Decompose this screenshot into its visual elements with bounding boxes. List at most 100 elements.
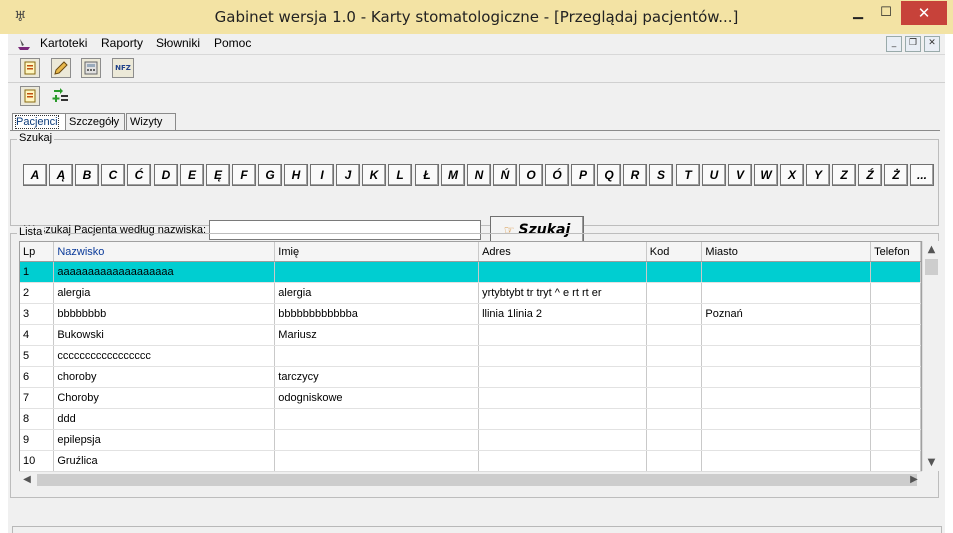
tab-szczegoly[interactable]: Szczegóły xyxy=(65,113,125,131)
pencil-icon xyxy=(54,61,68,75)
maximize-button[interactable]: ☐ xyxy=(868,0,904,28)
letter-button[interactable]: O xyxy=(519,164,543,186)
table-cell xyxy=(646,408,703,430)
table-cell xyxy=(646,387,703,409)
column-header[interactable]: Lp xyxy=(20,242,55,262)
table-row[interactable]: 3 bbbbbbbb bbbbbbbbbbbba llinia 1linia 2 Poz… xyxy=(20,303,921,325)
horizontal-scrollbar[interactable]: ◀ ▶ xyxy=(19,471,922,488)
letter-button[interactable]: I xyxy=(310,164,334,186)
horizontal-scroll-thumb[interactable] xyxy=(37,474,917,486)
child-close-button[interactable]: ✕ xyxy=(924,36,940,52)
table-row[interactable]: 10 Gruźlica xyxy=(20,450,921,472)
table-row[interactable]: 7 Choroby odogniskowe xyxy=(20,387,921,409)
table-cell xyxy=(870,366,921,388)
patients-grid[interactable]: Lp Nazwisko Imię Adres Kod Miasto Telefon 1 aaa… xyxy=(19,241,922,487)
letter-button[interactable]: Ó xyxy=(545,164,569,186)
letter-button[interactable]: C xyxy=(101,164,125,186)
close-icon: ✕ xyxy=(917,4,931,22)
column-header[interactable]: Kod xyxy=(646,242,703,262)
column-header[interactable]: Nazwisko xyxy=(53,242,276,262)
letter-button[interactable]: ... xyxy=(910,164,934,186)
table-cell xyxy=(478,366,647,388)
menu-pomoc[interactable]: Pomoc xyxy=(214,36,251,50)
letter-button[interactable]: Ę xyxy=(206,164,230,186)
letter-button[interactable]: Ć xyxy=(127,164,151,186)
new-patient-button[interactable] xyxy=(20,86,40,106)
menu-kartoteki[interactable]: Kartoteki xyxy=(40,36,87,50)
letter-button[interactable]: R xyxy=(623,164,647,186)
letter-button[interactable]: V xyxy=(728,164,752,186)
table-row[interactable]: 6 choroby tarczycy xyxy=(20,366,921,388)
tab-wizyty[interactable]: Wizyty xyxy=(126,113,176,131)
table-cell xyxy=(870,282,921,304)
letter-button[interactable]: Q xyxy=(597,164,621,186)
table-row[interactable]: 8 ddd xyxy=(20,408,921,430)
table-row[interactable]: 4 Bukowski Mariusz xyxy=(20,324,921,346)
nfz-button[interactable]: NFZ xyxy=(112,58,134,78)
scroll-right-arrow-icon[interactable]: ▶ xyxy=(906,472,922,488)
title-bar[interactable]: ♅ Gabinet wersja 1.0 - Karty stomatologi… xyxy=(0,0,953,34)
table-row[interactable]: 1 aaaaaaaaaaaaaaaaaaa xyxy=(20,261,921,283)
letter-button[interactable]: X xyxy=(780,164,804,186)
tab-pacjenci[interactable]: Pacjenci xyxy=(12,113,66,131)
letter-button[interactable]: N xyxy=(467,164,491,186)
child-restore-button[interactable]: ❐ xyxy=(905,36,921,52)
column-header[interactable]: Miasto xyxy=(701,242,872,262)
vertical-scrollbar[interactable]: ▲ ▼ xyxy=(922,241,940,471)
letter-button[interactable]: K xyxy=(362,164,386,186)
calculator-icon xyxy=(84,61,98,75)
new-document-button[interactable] xyxy=(20,58,40,78)
letter-button[interactable]: Y xyxy=(806,164,830,186)
letter-button[interactable]: S xyxy=(649,164,673,186)
column-header[interactable]: Adres xyxy=(478,242,647,262)
letter-button[interactable]: J xyxy=(336,164,360,186)
letter-button[interactable]: W xyxy=(754,164,778,186)
table-row[interactable]: 5 ccccccccccccccccc xyxy=(20,345,921,367)
letter-button[interactable]: A xyxy=(23,164,47,186)
scroll-down-arrow-icon[interactable]: ▼ xyxy=(923,454,940,471)
scroll-left-arrow-icon[interactable]: ◀ xyxy=(19,472,35,488)
table-cell: aaaaaaaaaaaaaaaaaaa xyxy=(53,261,276,283)
letter-button[interactable]: Ż xyxy=(884,164,908,186)
add-entry-button[interactable] xyxy=(51,86,71,106)
letter-button[interactable]: Ą xyxy=(49,164,73,186)
table-cell: llinia 1linia 2 xyxy=(478,303,647,325)
letter-button[interactable]: Ź xyxy=(858,164,882,186)
letter-button[interactable]: T xyxy=(676,164,700,186)
status-bar: ⋰ xyxy=(12,526,942,533)
letter-button[interactable]: Z xyxy=(832,164,856,186)
menu-raporty[interactable]: Raporty xyxy=(101,36,143,50)
table-row[interactable]: 9 epilepsja xyxy=(20,429,921,451)
letter-button[interactable]: U xyxy=(702,164,726,186)
app-menu-icon[interactable] xyxy=(16,37,32,51)
tab-panel-pacjenci: Szukaj AĄBCĆDEĘFGHIJKLŁMNŃOÓPQRSTUVWXYZŹ… xyxy=(10,130,942,533)
letter-button[interactable]: Ń xyxy=(493,164,517,186)
close-button[interactable]: ✕ xyxy=(901,1,947,25)
letter-button[interactable]: Ł xyxy=(415,164,439,186)
scroll-up-arrow-icon[interactable]: ▲ xyxy=(923,241,940,258)
table-cell xyxy=(701,282,872,304)
letter-button[interactable]: P xyxy=(571,164,595,186)
letter-button[interactable]: L xyxy=(388,164,412,186)
letter-button[interactable]: H xyxy=(284,164,308,186)
letter-button[interactable]: D xyxy=(154,164,178,186)
table-cell: Mariusz xyxy=(274,324,480,346)
letter-button[interactable]: G xyxy=(258,164,282,186)
toolbar-secondary xyxy=(8,83,945,111)
table-row[interactable]: 2 alergia alergia yrtybtybt tr tryt ^ e rt … xyxy=(20,282,921,304)
vertical-scroll-thumb[interactable] xyxy=(925,259,938,275)
child-minimize-button[interactable]: _ xyxy=(886,36,902,52)
column-header[interactable]: Telefon xyxy=(870,242,921,262)
menu-slowniki[interactable]: Słowniki xyxy=(156,36,200,50)
window-title: Gabinet wersja 1.0 - Karty stomatologicz… xyxy=(214,8,739,26)
calculator-button[interactable] xyxy=(81,58,101,78)
edit-button[interactable] xyxy=(51,58,71,78)
letter-button[interactable]: F xyxy=(232,164,256,186)
column-header[interactable]: Imię xyxy=(274,242,480,262)
table-cell: 8 xyxy=(20,408,55,430)
table-cell xyxy=(701,408,872,430)
letter-button[interactable]: E xyxy=(180,164,204,186)
table-cell xyxy=(870,303,921,325)
letter-button[interactable]: M xyxy=(441,164,465,186)
letter-button[interactable]: B xyxy=(75,164,99,186)
